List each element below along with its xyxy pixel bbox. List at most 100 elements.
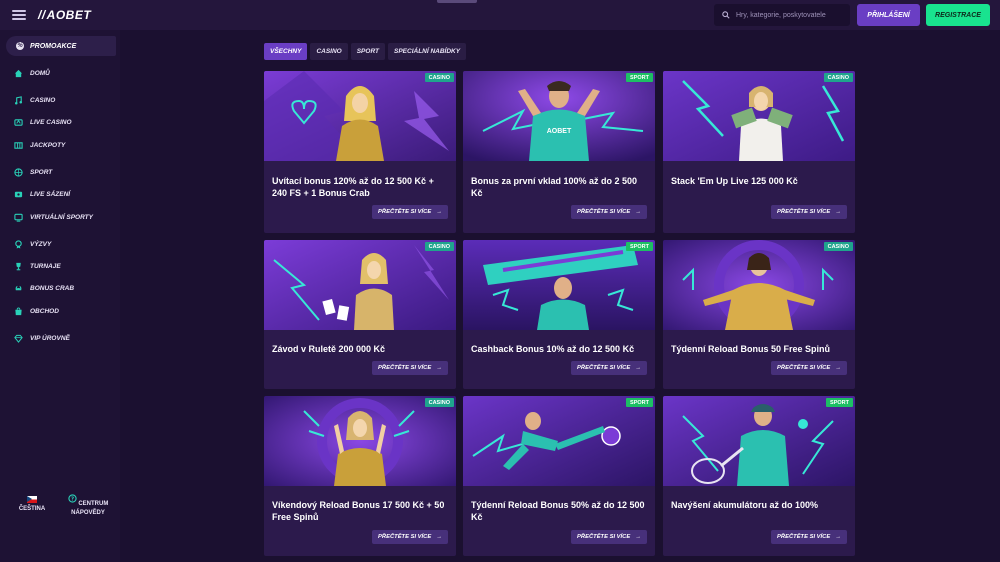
promo-title: Víkendový Reload Bonus 17 500 Kč + 50 Fr… [272,500,445,522]
read-more-button[interactable]: PŘEČTĚTE SI VÍCE → [372,530,448,544]
svg-text:AOBET: AOBET [547,128,572,135]
promo-title: Stack 'Em Up Live 125 000 Kč [671,176,798,186]
help-center-link[interactable]: ? CENTRUM NÁPOVĚDY [64,494,112,518]
top-bar: //AOBET [0,0,1000,30]
promo-title: Závod v Ruletě 200 000 Kč [272,344,386,354]
arrow-right-icon: → [635,209,641,215]
read-more-button[interactable]: PŘEČTĚTE SI VÍCE → [771,530,847,544]
promo-card[interactable]: CASINO Víkendový Reload Bonus 17 500 Kč … [264,396,456,556]
percent-icon: % [16,42,24,50]
promo-image-football-kick: SPORT [463,396,655,486]
read-more-button[interactable]: PŘEČTĚTE SI VÍCE → [372,205,448,219]
read-more-button[interactable]: PŘEČTĚTE SI VÍCE → [372,361,448,375]
promo-title: Týdenní Reload Bonus 50% až do 12 500 Kč [471,500,645,522]
live-casino-icon [14,118,23,127]
promo-card[interactable]: SPORT Navýšení akumulátoru až do 100% PŘ… [663,396,855,556]
category-badge: CASINO [424,242,454,251]
promo-title: Týdenní Reload Bonus 50 Free Spinů [671,344,831,354]
promo-image-fan-scarf: SPORT [463,240,655,330]
category-badge: CASINO [424,398,454,407]
live-bet-icon [14,190,23,199]
promo-filter-tabs: VŠECHNY CASINO SPORT SPECIÁLNÍ NABÍDKY [264,43,469,60]
promo-card[interactable]: SPORT Týdenní Reload Bonus 50% až do 12 … [463,396,655,556]
top-handle [437,0,477,3]
category-badge: SPORT [826,398,853,407]
sidebar-item-tournaments[interactable]: TURNAJE [14,259,61,273]
register-button[interactable]: REGISTRACE [926,4,990,26]
sidebar-item-jackpots[interactable]: JACKPOTY [14,138,65,152]
music-note-icon [14,95,23,105]
menu-icon[interactable] [12,8,26,22]
promo-title: Cashback Bonus 10% až do 12 500 Kč [471,344,635,354]
arrow-right-icon: → [835,209,841,215]
sidebar-item-bonus-crab[interactable]: BONUS CRAB [14,281,74,295]
help-icon: ? [68,494,77,503]
tab-special-offers[interactable]: SPECIÁLNÍ NABÍDKY [388,43,467,60]
promo-title: Navýšení akumulátoru až do 100% [671,500,819,510]
sidebar-item-live-casino[interactable]: LIVE CASINO [14,115,72,129]
shop-icon [14,306,23,316]
arrow-right-icon: → [635,365,641,371]
svg-text:?: ? [71,496,74,502]
category-badge: CASINO [424,73,454,82]
category-badge: CASINO [823,242,853,251]
arrow-right-icon: → [436,534,442,540]
promo-card[interactable]: AOBET SPORT Bonus za první vklad 100% až… [463,71,655,233]
sidebar-item-sport[interactable]: SPORT [14,165,52,179]
category-badge: SPORT [626,73,653,82]
read-more-button[interactable]: PŘEČTĚTE SI VÍCE → [571,205,647,219]
language-selector[interactable]: ČEŠTINA [12,496,52,512]
category-badge: SPORT [626,242,653,251]
promo-image-tennis-player: SPORT [663,396,855,486]
search-placeholder: Hry, kategorie, poskytovatele [736,11,826,19]
category-badge: SPORT [626,398,653,407]
promo-image-woman-banknotes: CASINO [663,71,855,161]
diamond-icon [14,334,23,343]
login-button[interactable]: PŘIHLÁŠENÍ [857,4,920,26]
crab-icon [14,284,23,293]
tab-sport[interactable]: SPORT [350,43,385,60]
sidebar-item-virtual-sports[interactable]: VIRTUÁLNÍ SPORTY [14,210,93,224]
arrow-right-icon: → [635,534,641,540]
virtual-sport-icon [14,213,23,222]
jackpot-icon [14,141,23,150]
promo-image-woman-cards: CASINO [264,240,456,330]
home-icon [14,69,23,78]
sidebar-item-vip[interactable]: VIP ÚROVNĚ [14,331,70,345]
challenge-icon [14,239,23,249]
logo[interactable]: //AOBET [38,8,91,22]
promo-card[interactable]: SPORT Cashback Bonus 10% až do 12 500 Kč… [463,240,655,389]
sport-icon [14,167,23,177]
promo-card[interactable]: CASINO Uvítací bonus 120% až do 12 500 K… [264,71,456,233]
trophy-icon [14,262,23,271]
tab-all[interactable]: VŠECHNY [264,43,308,60]
sidebar: % PROMOAKCE DOMŮ CASINO LIVE CASINO JACK… [0,30,120,562]
promo-title: Uvítací bonus 120% až do 12 500 Kč + 240… [272,176,434,198]
promo-card[interactable]: CASINO Stack 'Em Up Live 125 000 Kč PŘEČ… [663,71,855,233]
arrow-right-icon: → [436,209,442,215]
promo-title: Bonus za první vklad 100% až do 2 500 Kč [471,176,638,198]
sidebar-item-home[interactable]: DOMŮ [14,66,50,80]
arrow-right-icon: → [436,365,442,371]
promo-card[interactable]: CASINO Závod v Ruletě 200 000 Kč PŘEČTĚT… [264,240,456,389]
read-more-button[interactable]: PŘEČTĚTE SI VÍCE → [571,530,647,544]
sidebar-item-promo[interactable]: % PROMOAKCE [6,36,116,56]
category-badge: CASINO [823,73,853,82]
read-more-button[interactable]: PŘEČTĚTE SI VÍCE → [771,361,847,375]
read-more-button[interactable]: PŘEČTĚTE SI VÍCE → [771,205,847,219]
promo-image-woman-gold-jacket: CASINO [663,240,855,330]
promo-image-woman-gold-dress: CASINO [264,71,456,161]
promo-card[interactable]: CASINO Týdenní Reload Bonus 50 Free Spin… [663,240,855,389]
search-icon [722,11,730,19]
arrow-right-icon: → [835,365,841,371]
sidebar-item-casino[interactable]: CASINO [14,93,55,107]
tab-casino[interactable]: CASINO [310,43,348,60]
czech-flag-icon [27,496,37,503]
sidebar-item-shop[interactable]: OBCHOD [14,304,59,318]
promo-image-woman-victory: CASINO [264,396,456,486]
read-more-button[interactable]: PŘEČTĚTE SI VÍCE → [571,361,647,375]
arrow-right-icon: → [835,534,841,540]
sidebar-item-challenges[interactable]: VÝZVY [14,237,51,251]
sidebar-item-live-betting[interactable]: LIVE SÁZENÍ [14,187,70,201]
search-input[interactable]: Hry, kategorie, poskytovatele [714,4,850,26]
